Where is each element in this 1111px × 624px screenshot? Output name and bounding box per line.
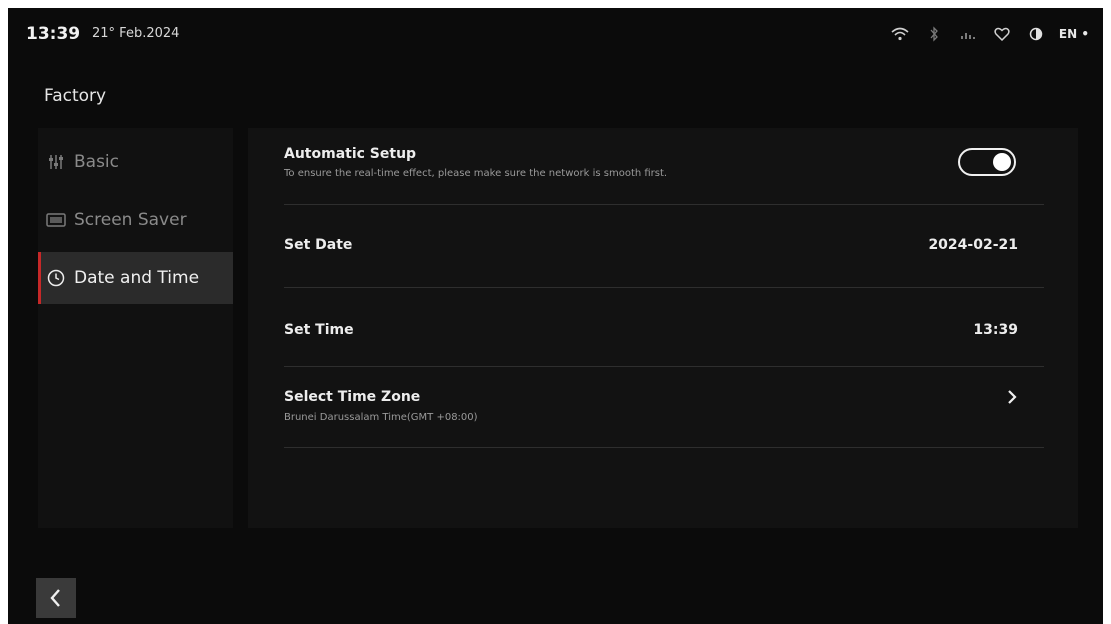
signal-icon[interactable] <box>951 23 985 45</box>
contrast-icon[interactable] <box>1019 23 1053 45</box>
language-selector[interactable]: EN • <box>1059 27 1089 41</box>
sidebar-item-label: Basic <box>74 152 120 172</box>
bluetooth-icon[interactable] <box>917 23 951 45</box>
dropdown-dot-icon: • <box>1077 27 1089 41</box>
toggle-knob <box>993 153 1011 171</box>
settings-panel: Automatic Setup To ensure the real-time … <box>248 128 1078 528</box>
set-time-title: Set Time <box>284 322 354 338</box>
set-date-value: 2024-02-21 <box>928 237 1018 253</box>
sidebar-item-date-and-time[interactable]: Date and Time <box>38 252 233 304</box>
chevron-right-icon <box>1008 390 1017 404</box>
heart-icon[interactable] <box>985 23 1019 45</box>
sidebar: Basic Screen Saver Date and Time <box>38 128 233 528</box>
automatic-setup-row: Automatic Setup To ensure the real-time … <box>284 128 1044 205</box>
status-date: 21° Feb.2024 <box>92 26 180 41</box>
automatic-setup-toggle[interactable] <box>958 148 1016 176</box>
back-button[interactable] <box>36 578 76 618</box>
automatic-setup-subtitle: To ensure the real-time effect, please m… <box>284 168 668 179</box>
status-icons: EN • <box>883 22 1089 46</box>
sidebar-item-basic[interactable]: Basic <box>38 136 233 188</box>
set-date-title: Set Date <box>284 237 353 253</box>
sidebar-item-label: Date and Time <box>74 268 200 288</box>
time-zone-row[interactable]: Select Time Zone Brunei Darussalam Time(… <box>284 367 1044 448</box>
chevron-left-icon <box>50 589 60 607</box>
page-title: Factory <box>44 86 107 106</box>
set-time-value: 13:39 <box>973 322 1018 338</box>
set-time-row[interactable]: Set Time 13:39 <box>284 288 1044 367</box>
clock-icon <box>44 266 68 290</box>
status-bar: 13:39 21° Feb.2024 EN • <box>8 8 1103 58</box>
sliders-icon <box>44 150 68 174</box>
set-date-row[interactable]: Set Date 2024-02-21 <box>284 205 1044 288</box>
sidebar-item-label: Screen Saver <box>74 210 187 230</box>
screen: 13:39 21° Feb.2024 EN • Factory Basic Sc… <box>8 8 1103 624</box>
time-zone-subtitle: Brunei Darussalam Time(GMT +08:00) <box>284 412 478 423</box>
screen-saver-icon <box>44 208 68 232</box>
sidebar-item-screen-saver[interactable]: Screen Saver <box>38 194 233 246</box>
wifi-icon[interactable] <box>883 23 917 45</box>
status-time: 13:39 <box>26 24 81 44</box>
time-zone-title: Select Time Zone <box>284 389 421 405</box>
automatic-setup-title: Automatic Setup <box>284 146 417 162</box>
